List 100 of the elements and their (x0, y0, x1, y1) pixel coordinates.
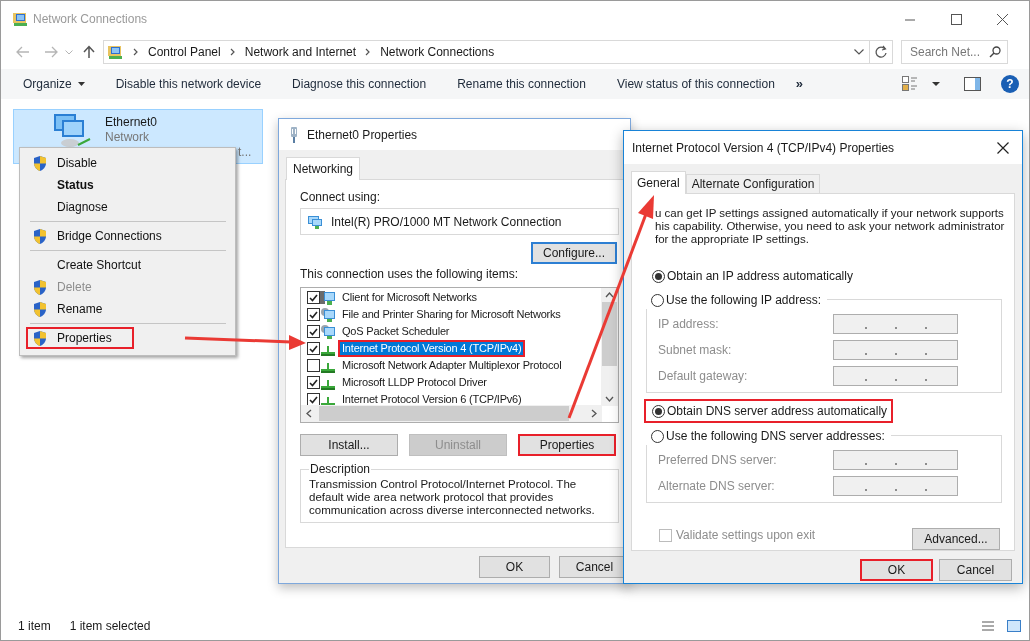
checkbox[interactable] (307, 342, 320, 355)
vertical-scrollbar[interactable] (601, 288, 618, 406)
scroll-right-icon[interactable] (591, 409, 597, 418)
field-label: This connection uses the following items: (300, 267, 520, 281)
checkbox-label: Validate settings upon exit (676, 527, 816, 544)
forward-arrow-icon (44, 46, 58, 58)
checkbox[interactable] (307, 359, 320, 372)
scroll-left-icon[interactable] (306, 409, 312, 418)
toolbar-button[interactable]: View status of this connection (616, 75, 775, 93)
breadcrumb[interactable]: Network and Internet (244, 43, 357, 61)
list-item[interactable]: Internet Protocol Version 4 (TCP/IPv4) (338, 340, 526, 357)
field-label: Preferred DNS server: (658, 452, 778, 469)
dialog-button[interactable]: OK (860, 559, 933, 581)
network-folder-icon (12, 10, 29, 28)
connection-device: t... (238, 145, 252, 160)
scroll-down-icon[interactable] (605, 396, 614, 402)
chevron-down-icon[interactable] (854, 49, 864, 55)
search-field[interactable]: Search Net... (901, 40, 1008, 64)
radio-button[interactable] (652, 269, 665, 283)
large-icons-view-icon[interactable] (1007, 619, 1021, 632)
network-service-icon (320, 306, 336, 323)
up-button[interactable] (81, 44, 97, 60)
radio-button[interactable] (651, 429, 664, 443)
dialog-button[interactable]: Properties (518, 434, 616, 456)
tab[interactable]: Alternate Configuration (685, 174, 821, 193)
close-icon (996, 13, 1008, 25)
network-folder-icon (107, 43, 124, 61)
list-item[interactable]: Microsoft LLDP Protocol Driver (338, 374, 491, 391)
up-arrow-icon (83, 45, 95, 59)
toolbar-button[interactable]: Disable this network device (115, 75, 262, 93)
shield-icon (32, 154, 48, 172)
adapter-field: Intel(R) PRO/1000 MT Network Connection (300, 208, 619, 235)
advanced-button[interactable]: Advanced... (912, 528, 1000, 550)
selection-count: 1 item selected (69, 617, 151, 635)
intro-text: u can get IP settings assigned automatically if your network supports his capability. Otherwise, you need to ask your network administrator for the appropriate IP settings. (654, 207, 1006, 246)
radio-button[interactable] (652, 404, 665, 418)
close-icon (997, 141, 1009, 154)
field-label: Default gateway: (658, 368, 749, 385)
search-icon (989, 46, 1001, 58)
shield-icon (32, 300, 48, 318)
radio-button[interactable] (651, 293, 664, 307)
menu-item[interactable]: Properties (26, 327, 134, 349)
address-bar[interactable]: Control Panel Network and Internet Network Connections (103, 40, 893, 64)
shield-icon (32, 329, 48, 347)
menu-item[interactable]: Bridge Connections (26, 225, 184, 247)
field-label: IP address: (658, 316, 720, 333)
caret-icon[interactable] (932, 82, 940, 86)
shield-icon (32, 278, 48, 296)
dialog-button[interactable]: OK (479, 556, 550, 578)
connection-name: Ethernet0 (105, 115, 159, 130)
tab[interactable]: General (631, 171, 686, 194)
dialog-title: Ethernet0 Properties (307, 126, 418, 144)
window-title: Network Connections (33, 11, 148, 28)
network-service-icon (320, 323, 336, 340)
toolbar-button[interactable]: Organize (23, 75, 85, 93)
shield-icon (32, 227, 48, 245)
help-button[interactable]: ? (1001, 75, 1019, 93)
list-item[interactable]: Client for Microsoft Networks (338, 289, 481, 306)
view-options-icon[interactable] (902, 76, 918, 92)
menu-item[interactable]: Create Shortcut (26, 254, 164, 276)
checkbox[interactable] (307, 291, 320, 304)
list-item[interactable]: Microsoft Network Adapter Multiplexor Protocol (338, 357, 566, 374)
preview-pane-icon[interactable] (964, 77, 981, 91)
horizontal-scrollbar[interactable] (301, 405, 602, 422)
item-count: 1 item (18, 617, 51, 635)
chevron-right-icon (228, 48, 237, 56)
maximize-icon (950, 13, 962, 25)
dialog-title: Internet Protocol Version 4 (TCP/IPv4) Properties (632, 139, 895, 157)
list-item[interactable]: File and Printer Sharing for Microsoft Networks (338, 306, 565, 323)
menu-item[interactable]: Diagnose (26, 196, 130, 218)
network-service-icon (320, 289, 336, 306)
list-item[interactable]: QoS Packet Scheduler (338, 323, 454, 340)
more-commands-button[interactable]: » (795, 74, 804, 94)
field-label: Alternate DNS server: (658, 478, 776, 495)
scroll-up-icon[interactable] (605, 292, 614, 298)
field-label: Subnet mask: (658, 342, 733, 359)
checkbox[interactable] (307, 325, 320, 338)
dialog-button[interactable]: Cancel (939, 559, 1012, 581)
field-label: Connect using: (300, 190, 382, 204)
toolbar-button[interactable]: Rename this connection (457, 75, 586, 93)
checkbox[interactable] (307, 376, 320, 389)
chevron-right-icon (132, 48, 140, 56)
dialog-button[interactable]: Install... (300, 434, 398, 456)
network-adapter-icon (307, 213, 323, 230)
tab[interactable]: Networking (286, 157, 361, 180)
menu-item[interactable]: Rename (26, 298, 125, 320)
chevron-down-icon (65, 49, 73, 55)
refresh-icon[interactable] (874, 45, 888, 59)
breadcrumb[interactable]: Network Connections (380, 43, 495, 61)
back-arrow-icon (16, 46, 30, 58)
list-item[interactable]: Internet Protocol Version 6 (TCP/IPv6) (338, 391, 526, 408)
breadcrumb[interactable]: Control Panel (148, 43, 221, 61)
configure-button[interactable]: Configure... (531, 242, 617, 264)
caret-icon (77, 82, 85, 86)
group-title: Description (309, 461, 372, 478)
menu-item[interactable]: Status (26, 174, 116, 196)
toolbar-button[interactable]: Diagnose this connection (292, 75, 427, 93)
description-text: Transmission Control Protocol/Internet Protocol. The default wide area network protocol that provides communication across diverse interconnected networks. (308, 478, 596, 517)
checkbox[interactable] (307, 308, 320, 321)
network-cable-icon (289, 126, 299, 143)
